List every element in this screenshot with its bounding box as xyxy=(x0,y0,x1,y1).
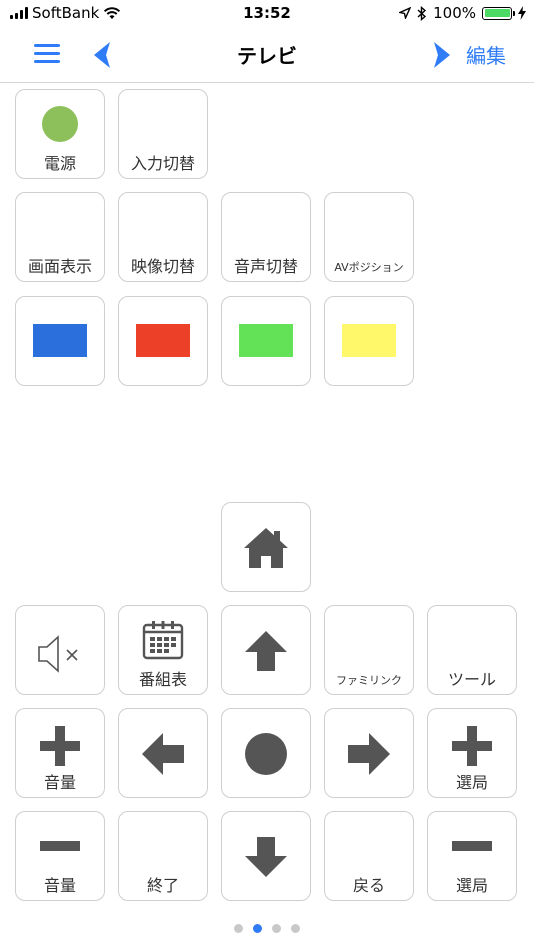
left-button[interactable] xyxy=(118,708,208,798)
exit-label: 終了 xyxy=(146,876,179,895)
exit-button[interactable]: 終了 xyxy=(118,811,208,901)
battery-percent: 100% xyxy=(433,4,476,22)
arrow-down-icon xyxy=(245,837,287,877)
page-dot[interactable] xyxy=(234,924,243,933)
nav-bar: テレビ 編集 xyxy=(0,28,534,83)
video-switch-button[interactable]: 映像切替 xyxy=(118,192,208,282)
page-dot[interactable] xyxy=(253,924,262,933)
ok-button[interactable] xyxy=(221,708,311,798)
channel-down-button[interactable]: 選局 xyxy=(427,811,517,901)
plus-icon xyxy=(452,726,492,766)
edit-button[interactable]: 編集 xyxy=(466,40,506,69)
speaker-mute-icon xyxy=(38,635,78,673)
location-icon xyxy=(399,7,412,19)
red-key-button[interactable] xyxy=(118,296,208,386)
red-swatch-icon xyxy=(136,324,190,357)
calendar-icon xyxy=(142,621,184,660)
power-button[interactable]: 電源 xyxy=(15,89,105,179)
charging-icon xyxy=(518,6,526,20)
audio-switch-button[interactable]: 音声切替 xyxy=(221,192,311,282)
down-button[interactable] xyxy=(221,811,311,901)
battery-icon xyxy=(482,6,515,20)
page-title: テレビ xyxy=(237,44,297,68)
channel-down-label: 選局 xyxy=(455,876,488,895)
volume-down-button[interactable]: 音量 xyxy=(15,811,105,901)
circle-ok-icon xyxy=(245,733,287,775)
power-label: 電源 xyxy=(43,154,76,173)
yellow-swatch-icon xyxy=(342,324,396,357)
back-button[interactable]: 戻る xyxy=(324,811,414,901)
next-page-button[interactable] xyxy=(432,40,452,70)
back-label: 戻る xyxy=(352,876,385,895)
bluetooth-icon xyxy=(417,5,427,21)
blue-swatch-icon xyxy=(33,324,87,357)
volume-up-button[interactable]: 音量 xyxy=(15,708,105,798)
screen-display-button[interactable]: 画面表示 xyxy=(15,192,105,282)
channel-up-label: 選局 xyxy=(455,773,488,792)
green-key-button[interactable] xyxy=(221,296,311,386)
page-dot[interactable] xyxy=(272,924,281,933)
arrow-left-icon xyxy=(142,733,184,775)
familink-label: ファミリンク xyxy=(336,674,402,687)
audio-switch-label: 音声切替 xyxy=(233,257,298,276)
yellow-key-button[interactable] xyxy=(324,296,414,386)
page-dot[interactable] xyxy=(291,924,300,933)
tool-label: ツール xyxy=(447,670,496,689)
right-button[interactable] xyxy=(324,708,414,798)
arrow-right-icon xyxy=(348,733,390,775)
mute-button[interactable] xyxy=(15,605,105,695)
plus-icon xyxy=(40,726,80,766)
tool-button[interactable]: ツール xyxy=(427,605,517,695)
input-switch-button[interactable]: 入力切替 xyxy=(118,89,208,179)
home-button[interactable] xyxy=(221,502,311,592)
input-switch-label: 入力切替 xyxy=(130,154,195,173)
volume-down-label: 音量 xyxy=(43,876,76,895)
av-position-label: AVポジション xyxy=(334,261,404,274)
power-dot-icon xyxy=(42,106,78,142)
epg-label: 番組表 xyxy=(138,670,187,689)
minus-icon xyxy=(40,841,80,851)
up-button[interactable] xyxy=(221,605,311,695)
volume-up-label: 音量 xyxy=(43,773,76,792)
channel-up-button[interactable]: 選局 xyxy=(427,708,517,798)
status-bar: SoftBank 13:52 100% xyxy=(0,0,534,28)
epg-button[interactable]: 番組表 xyxy=(118,605,208,695)
screen-display-label: 画面表示 xyxy=(27,257,92,276)
av-position-button[interactable]: AVポジション xyxy=(324,192,414,282)
video-switch-label: 映像切替 xyxy=(130,257,195,276)
page-indicator[interactable] xyxy=(0,924,534,933)
green-swatch-icon xyxy=(239,324,293,357)
home-icon xyxy=(244,528,288,568)
minus-icon xyxy=(452,841,492,851)
familink-button[interactable]: ファミリンク xyxy=(324,605,414,695)
arrow-up-icon xyxy=(245,631,287,671)
blue-key-button[interactable] xyxy=(15,296,105,386)
